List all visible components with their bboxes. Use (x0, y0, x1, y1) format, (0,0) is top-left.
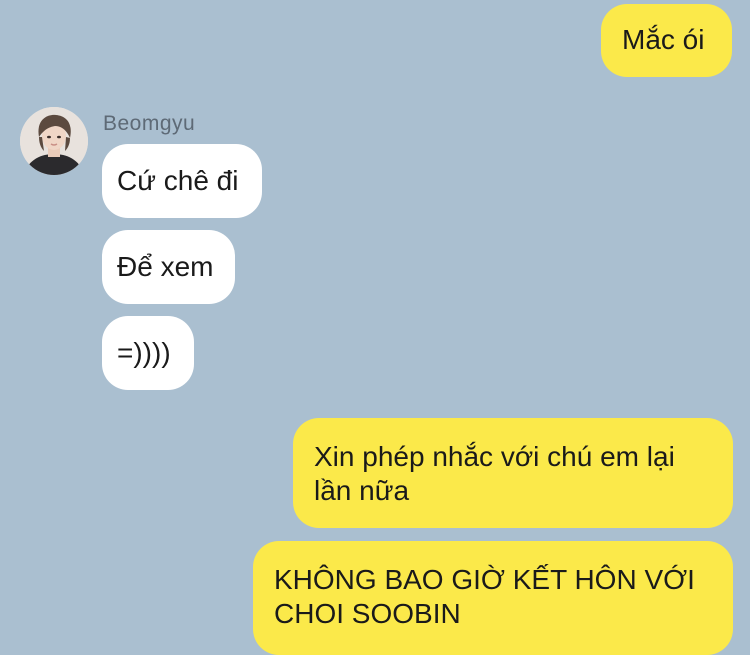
contact-avatar[interactable] (20, 107, 88, 175)
profile-photo-icon (20, 107, 88, 175)
incoming-message[interactable]: =)))) (102, 316, 194, 390)
outgoing-message[interactable]: Mắc ói (601, 4, 732, 77)
incoming-message[interactable]: Để xem (102, 230, 235, 304)
chat-message-area[interactable]: Mắc ói Beomgyu Cứ chê đi Để xem =)))) Xi… (0, 0, 750, 655)
outgoing-message[interactable]: KHÔNG BAO GIỜ KẾT HÔN VỚI CHOI SOOBIN (253, 541, 733, 655)
outgoing-message[interactable]: Xin phép nhắc với chú em lại lần nữa (293, 418, 733, 528)
incoming-message[interactable]: Cứ chê đi (102, 144, 262, 218)
sender-name: Beomgyu (103, 112, 196, 135)
